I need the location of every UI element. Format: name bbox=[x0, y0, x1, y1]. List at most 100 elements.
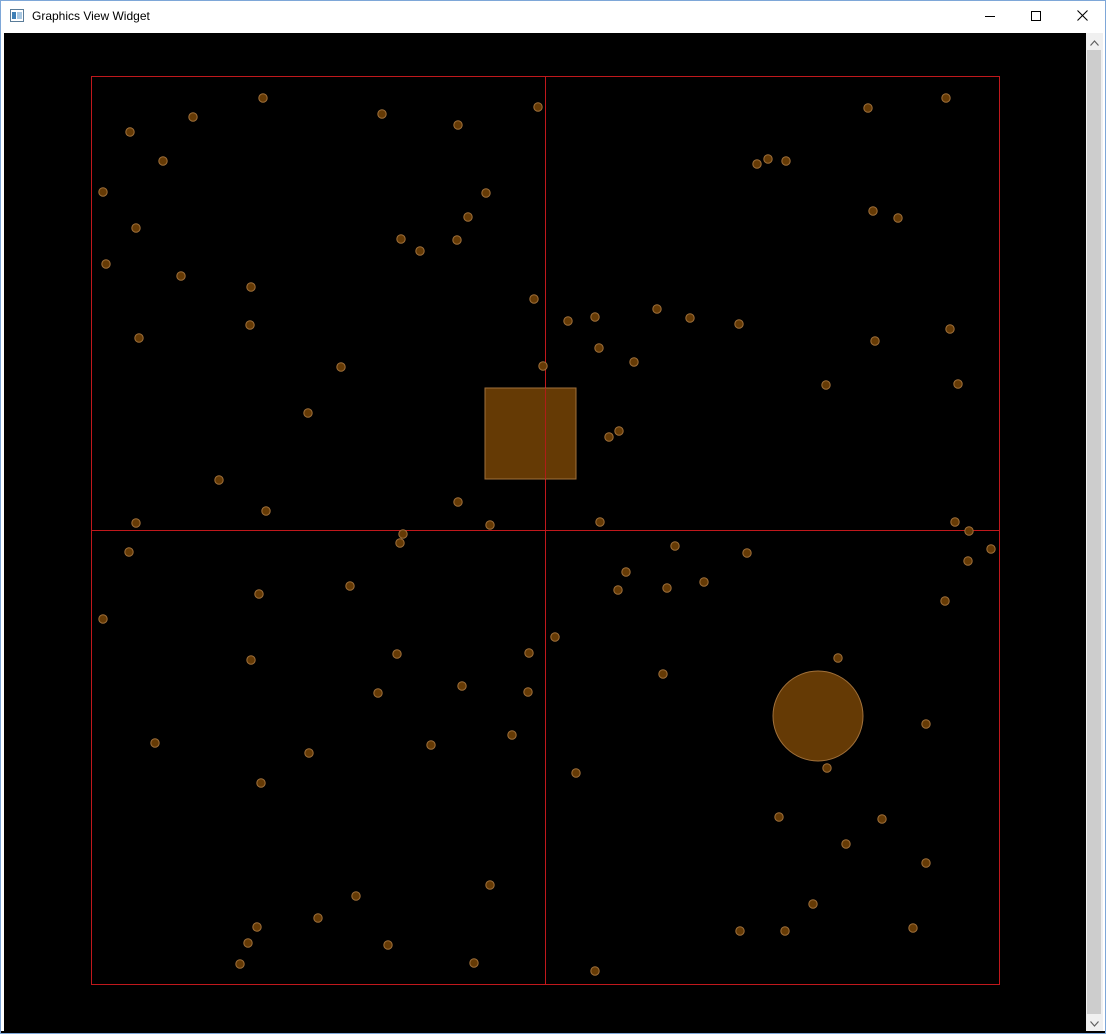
dot-item bbox=[870, 336, 880, 346]
dot-item bbox=[524, 648, 534, 658]
dot-item bbox=[345, 581, 355, 591]
dot-item bbox=[735, 926, 745, 936]
dot-item bbox=[246, 282, 256, 292]
circle-item bbox=[772, 670, 864, 762]
scroll-down-button[interactable] bbox=[1086, 1014, 1103, 1031]
scroll-up-button[interactable] bbox=[1086, 33, 1103, 50]
dot-item bbox=[808, 899, 818, 909]
window-bottom-edge bbox=[1, 1031, 1105, 1033]
dot-item bbox=[533, 102, 543, 112]
dot-item bbox=[131, 518, 141, 528]
dot-item bbox=[214, 475, 224, 485]
window-title: Graphics View Widget bbox=[32, 9, 150, 23]
dot-item bbox=[396, 234, 406, 244]
dot-item bbox=[604, 432, 614, 442]
dot-item bbox=[243, 938, 253, 948]
dot-item bbox=[101, 259, 111, 269]
dot-item bbox=[822, 763, 832, 773]
minimize-button[interactable] bbox=[967, 1, 1013, 32]
dot-item bbox=[98, 187, 108, 197]
dot-item bbox=[662, 583, 672, 593]
dot-item bbox=[614, 426, 624, 436]
dot-item bbox=[550, 632, 560, 642]
maximize-button[interactable] bbox=[1013, 1, 1059, 32]
dot-item bbox=[945, 324, 955, 334]
dot-item bbox=[98, 614, 108, 624]
dot-item bbox=[941, 93, 951, 103]
dot-item bbox=[868, 206, 878, 216]
dot-item bbox=[652, 304, 662, 314]
grid-layer bbox=[91, 76, 1000, 985]
dot-item bbox=[261, 506, 271, 516]
dot-item bbox=[563, 316, 573, 326]
dot-item bbox=[821, 380, 831, 390]
dot-item bbox=[921, 858, 931, 868]
dot-item bbox=[908, 923, 918, 933]
dot-item bbox=[613, 585, 623, 595]
dot-item bbox=[188, 112, 198, 122]
dot-item bbox=[134, 333, 144, 343]
dot-item bbox=[833, 653, 843, 663]
dot-item bbox=[463, 212, 473, 222]
dot-item bbox=[377, 109, 387, 119]
dot-item bbox=[452, 235, 462, 245]
chevron-up-icon bbox=[1090, 33, 1099, 51]
dot-item bbox=[392, 649, 402, 659]
close-button[interactable] bbox=[1059, 1, 1105, 32]
app-window-icon bbox=[10, 9, 24, 22]
dot-item bbox=[940, 596, 950, 606]
dot-item bbox=[313, 913, 323, 923]
dot-item bbox=[595, 517, 605, 527]
dot-item bbox=[258, 93, 268, 103]
close-icon bbox=[1076, 8, 1088, 26]
scroll-thumb[interactable] bbox=[1087, 50, 1101, 1014]
dot-item bbox=[246, 655, 256, 665]
dot-item bbox=[304, 748, 314, 758]
dot-item bbox=[336, 362, 346, 372]
dot-item bbox=[893, 213, 903, 223]
dot-item bbox=[529, 294, 539, 304]
dot-item bbox=[964, 526, 974, 536]
dot-item bbox=[131, 223, 141, 233]
dot-item bbox=[590, 312, 600, 322]
title-bar[interactable]: Graphics View Widget bbox=[1, 1, 1105, 32]
dot-item bbox=[670, 541, 680, 551]
square-item bbox=[484, 387, 577, 480]
dot-item bbox=[877, 814, 887, 824]
dot-item bbox=[774, 812, 784, 822]
dot-item bbox=[469, 958, 479, 968]
dot-item bbox=[953, 379, 963, 389]
dot-item bbox=[863, 103, 873, 113]
dot-item bbox=[699, 577, 709, 587]
dot-item bbox=[426, 740, 436, 750]
dot-item bbox=[781, 156, 791, 166]
dot-item bbox=[235, 959, 245, 969]
dot-item bbox=[590, 966, 600, 976]
dot-item bbox=[780, 926, 790, 936]
scene-svg[interactable] bbox=[4, 33, 1086, 1031]
dot-item bbox=[245, 320, 255, 330]
dot-item bbox=[176, 271, 186, 281]
dot-item bbox=[950, 517, 960, 527]
dot-item bbox=[594, 343, 604, 353]
dot-item bbox=[658, 669, 668, 679]
dot-item bbox=[921, 719, 931, 729]
dots-layer bbox=[98, 93, 996, 976]
dot-item bbox=[538, 361, 548, 371]
graphics-view-window: Graphics View Widget bbox=[0, 0, 1106, 1034]
dot-item bbox=[841, 839, 851, 849]
dot-item bbox=[752, 159, 762, 169]
dot-item bbox=[124, 547, 134, 557]
chevron-down-icon bbox=[1090, 1014, 1099, 1032]
maximize-icon bbox=[1031, 8, 1041, 26]
dot-item bbox=[734, 319, 744, 329]
dot-item bbox=[252, 922, 262, 932]
dot-item bbox=[398, 529, 408, 539]
graphics-view-canvas[interactable] bbox=[4, 33, 1086, 1031]
dot-item bbox=[507, 730, 517, 740]
dot-item bbox=[963, 556, 973, 566]
dot-item bbox=[523, 687, 533, 697]
vertical-scrollbar[interactable] bbox=[1086, 33, 1103, 1031]
minimize-icon bbox=[985, 8, 995, 26]
dot-item bbox=[256, 778, 266, 788]
